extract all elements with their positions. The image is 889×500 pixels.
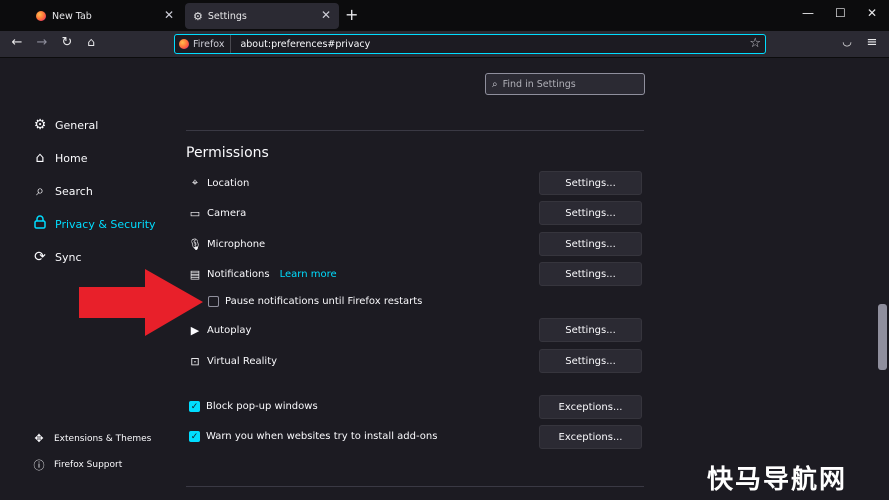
close-tab-icon[interactable]: ✕: [321, 8, 331, 22]
home-icon: ⌂: [35, 150, 45, 166]
permission-label: Autoplay: [207, 324, 252, 336]
reload-button[interactable]: ↻: [59, 35, 75, 50]
warn-addons-label: Warn you when websites try to install ad…: [206, 431, 438, 442]
pocket-icon[interactable]: ◡: [839, 35, 855, 48]
tab-label: Settings: [207, 10, 247, 22]
tab-new-tab[interactable]: New Tab ✕: [28, 3, 182, 29]
permission-virtual-reality: ⊡ Virtual Reality: [188, 353, 277, 369]
back-button[interactable]: ←: [9, 35, 25, 50]
popup-exceptions-button[interactable]: Exceptions...: [539, 395, 642, 419]
new-tab-button[interactable]: +: [345, 5, 358, 24]
close-tab-icon[interactable]: ✕: [164, 8, 174, 22]
section-divider: [186, 130, 644, 131]
learn-more-link[interactable]: Learn more: [280, 269, 337, 280]
maximize-button[interactable]: ☐: [835, 6, 846, 20]
pause-notifications-row: Pause notifications until Firefox restar…: [208, 296, 422, 307]
sync-icon: ⟳: [34, 249, 46, 265]
sidebar-item-home[interactable]: ⌂ Home: [32, 149, 88, 167]
block-popups-label: Block pop-up windows: [206, 401, 318, 412]
forward-button[interactable]: →: [34, 35, 50, 50]
permission-label: Camera: [207, 207, 247, 219]
search-icon: ⌕: [36, 183, 44, 199]
permission-camera: ▭ Camera: [188, 205, 246, 221]
sidebar-footer-label: Extensions & Themes: [54, 433, 152, 444]
watermark-text: 快马导航网: [707, 465, 848, 495]
scrollbar-track[interactable]: [876, 59, 889, 500]
puzzle-icon: ✥: [34, 432, 44, 445]
sidebar-item-sync[interactable]: ⟳ Sync: [32, 248, 82, 266]
firefox-logo-icon: [179, 39, 189, 49]
permission-label: Virtual Reality: [207, 355, 278, 367]
permission-notifications: ▤ Notifications Learn more: [188, 266, 337, 282]
identity-label: Firefox: [193, 38, 225, 50]
sidebar-item-search[interactable]: ⌕ Search: [32, 182, 93, 200]
block-popups-row: ✓ Block pop-up windows: [189, 401, 318, 412]
microphone-icon: 🎙︎: [188, 237, 202, 251]
scrollbar-thumb[interactable]: [878, 304, 887, 370]
autoplay-settings-button[interactable]: Settings...: [539, 318, 642, 342]
minimize-button[interactable]: —: [802, 6, 814, 20]
notifications-settings-button[interactable]: Settings...: [539, 262, 642, 286]
gear-icon: ⚙: [33, 117, 47, 133]
virtual-reality-settings-button[interactable]: Settings...: [539, 349, 642, 373]
permission-microphone: 🎙︎ Microphone: [188, 236, 265, 252]
sidebar-extensions-themes[interactable]: ✥ Extensions & Themes: [33, 432, 151, 445]
url-bar[interactable]: Firefox about:preferences#privacy ☆: [174, 34, 766, 54]
menu-icon[interactable]: ≡: [864, 35, 880, 50]
location-settings-button[interactable]: Settings...: [539, 171, 642, 195]
microphone-settings-button[interactable]: Settings...: [539, 232, 642, 256]
close-window-button[interactable]: ✕: [867, 6, 877, 20]
help-icon: ⓘ: [33, 459, 45, 472]
settings-search-input[interactable]: ⌕ Find in Settings: [485, 73, 645, 95]
search-placeholder: Find in Settings: [502, 78, 576, 90]
vr-icon: ⊡: [190, 354, 200, 368]
firefox-logo-icon: [36, 11, 46, 21]
permission-label: Location: [207, 177, 250, 189]
permission-label: Notifications: [207, 268, 270, 280]
section-divider: [186, 486, 644, 487]
pause-notifications-checkbox[interactable]: [208, 296, 219, 307]
sidebar-item-general[interactable]: ⚙ General: [32, 116, 99, 134]
warn-addons-row: ✓ Warn you when websites try to install …: [189, 431, 437, 442]
sidebar-item-label: Home: [55, 151, 88, 165]
lock-icon: [32, 215, 48, 233]
gear-icon: ⚙: [193, 9, 203, 23]
permission-label: Microphone: [207, 238, 266, 250]
bookmark-star-icon[interactable]: ☆: [749, 36, 761, 51]
sidebar-firefox-support[interactable]: ⓘ Firefox Support: [33, 457, 123, 473]
camera-settings-button[interactable]: Settings...: [539, 201, 642, 225]
permissions-heading: Permissions: [186, 145, 269, 161]
location-icon: ⌖: [191, 176, 199, 189]
sidebar-item-label: Privacy & Security: [55, 217, 156, 231]
identity-badge[interactable]: Firefox: [175, 35, 232, 53]
sidebar-item-label: Sync: [55, 250, 82, 264]
search-icon: ⌕: [492, 78, 498, 90]
sidebar-footer-label: Firefox Support: [54, 460, 123, 470]
url-text[interactable]: about:preferences#privacy: [231, 39, 370, 50]
block-popups-checkbox[interactable]: ✓: [189, 401, 200, 412]
pause-notifications-label: Pause notifications until Firefox restar…: [225, 296, 423, 307]
home-button[interactable]: ⌂: [83, 35, 99, 49]
tab-settings[interactable]: ⚙ Settings ✕: [185, 3, 339, 29]
tab-label: New Tab: [52, 10, 92, 22]
permission-location: ⌖ Location: [188, 175, 249, 191]
camera-icon: ▭: [189, 206, 201, 220]
warn-addons-checkbox[interactable]: ✓: [189, 431, 200, 442]
sidebar-item-label: General: [55, 118, 99, 132]
sidebar-item-privacy-security[interactable]: Privacy & Security: [32, 215, 156, 233]
red-arrow-annotation: [79, 269, 203, 336]
sidebar-item-label: Search: [55, 184, 93, 198]
addons-exceptions-button[interactable]: Exceptions...: [539, 425, 642, 449]
